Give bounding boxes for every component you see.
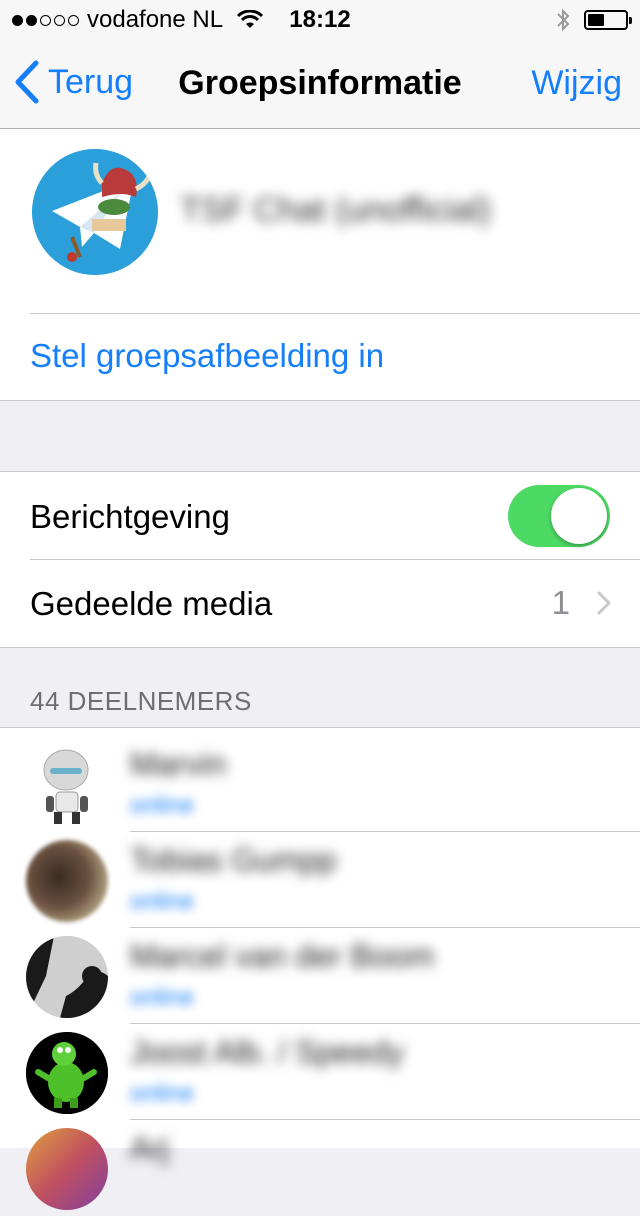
toggle-knob (551, 488, 607, 544)
member-name: Tobias Gumpp (130, 842, 337, 878)
list-item[interactable]: Tobias Gumpp online (0, 832, 640, 928)
list-item[interactable]: Joost Alb. / Speedy online (0, 1024, 640, 1120)
divider (30, 313, 640, 314)
group-name: TSF Chat (unofficial) (180, 191, 492, 229)
settings-card: Berichtgeving Gedeelde media 1 (0, 471, 640, 648)
list-item[interactable]: Arj (0, 1120, 640, 1216)
set-group-photo-button[interactable]: Stel groepsafbeelding in (30, 337, 384, 375)
robot-avatar-icon (43, 749, 89, 824)
notifications-toggle[interactable] (508, 485, 610, 547)
bluetooth-icon (557, 8, 570, 32)
notifications-label: Berichtgeving (30, 498, 230, 535)
status-bar: vodafone NL 18:12 (0, 0, 640, 40)
member-status: online (130, 888, 195, 915)
list-item[interactable]: Marcel van der Boom online (0, 928, 640, 1024)
avatar (26, 936, 108, 1018)
telegram-viking-logo-icon (32, 149, 158, 275)
clock: 18:12 (289, 6, 351, 33)
shared-media-count: 1 (551, 584, 570, 621)
member-status: online (130, 792, 195, 819)
back-button-label: Terug (48, 62, 134, 101)
member-name: Joost Alb. / Speedy (130, 1034, 404, 1070)
battery-icon (584, 10, 632, 30)
group-avatar[interactable] (32, 149, 158, 275)
avatar (26, 1128, 108, 1210)
member-name: Marvin (130, 746, 227, 782)
divider (30, 559, 640, 560)
avatar (26, 744, 108, 826)
avatar (26, 840, 108, 922)
silhouette-avatar-icon (26, 936, 108, 1018)
list-item[interactable]: Marvin online (0, 736, 640, 832)
member-name: Marcel van der Boom (130, 938, 435, 974)
chevron-left-icon (15, 60, 39, 104)
avatar (26, 1032, 108, 1114)
members-list: Marvin online Tobias Gumpp online Marcel… (0, 727, 640, 1210)
status-right (556, 8, 632, 32)
group-info-card: TSF Chat (unofficial) Stel groepsafbeeld… (0, 129, 640, 401)
green-dinosaur-avatar-icon (26, 1032, 108, 1114)
member-status: online (130, 1080, 195, 1107)
chevron-right-icon (597, 591, 611, 615)
navigation-bar: Terug Groepsinformatie Wijzig (0, 40, 640, 129)
members-section-header: 44 DEELNEMERS (30, 686, 252, 716)
edit-button[interactable]: Wijzig (531, 64, 622, 103)
battery-fill (588, 14, 604, 26)
shared-media-row[interactable]: Gedeelde media (30, 585, 272, 623)
back-button[interactable]: Terug (14, 60, 133, 104)
member-status: online (130, 984, 195, 1011)
